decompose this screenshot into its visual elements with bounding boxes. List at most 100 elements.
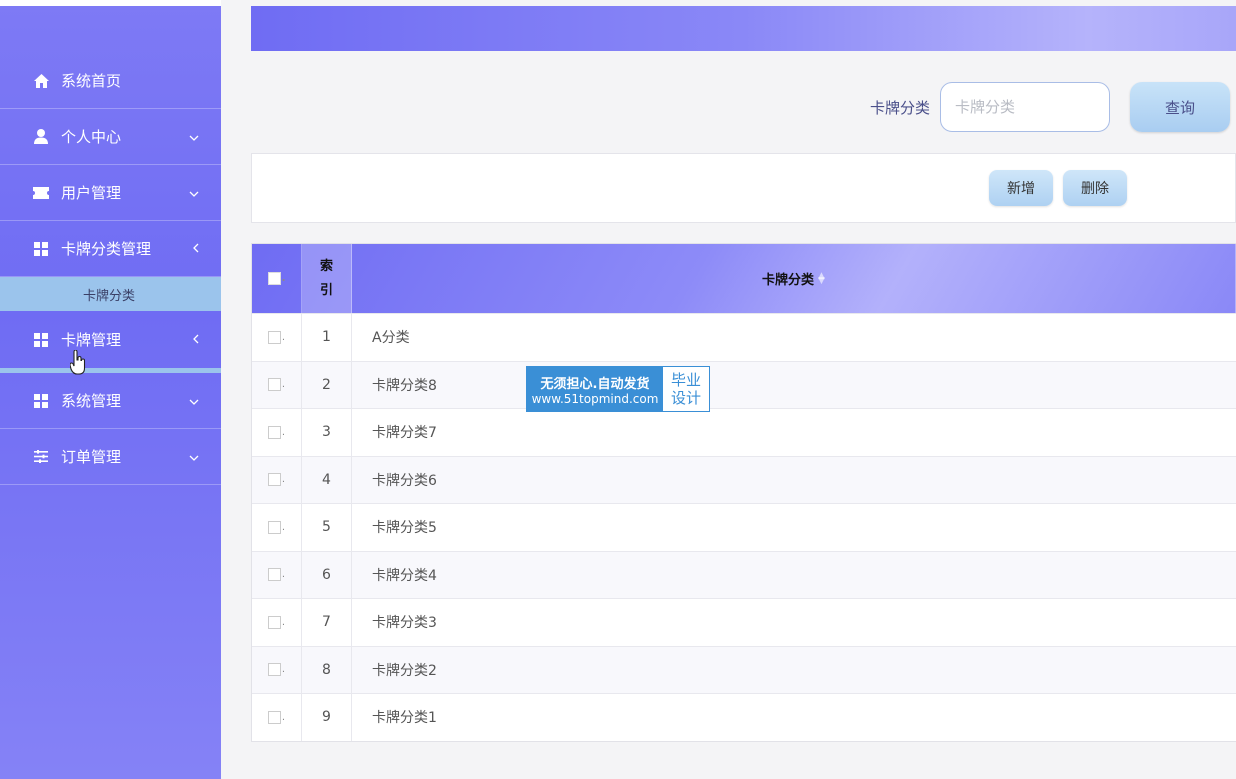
chevron-down-icon	[189, 130, 199, 144]
sidebar-item-label: 系统管理	[61, 392, 122, 410]
row-index: 7	[302, 599, 352, 646]
table-row[interactable]: . 6 卡牌分类4	[252, 550, 1236, 598]
table-row[interactable]: . 1 A分类	[252, 313, 1236, 361]
row-index: 9	[302, 694, 352, 741]
sidebar-item-label: 用户管理	[61, 184, 122, 202]
row-index: 6	[302, 551, 352, 598]
sidebar-item-label: 系统首页	[61, 72, 122, 90]
row-card-category: 卡牌分类6	[372, 472, 437, 489]
row-index: 1	[302, 314, 352, 361]
row-select-cell[interactable]: .	[252, 504, 302, 551]
chevron-down-icon	[189, 186, 199, 200]
watermark-line2: www.51topmind.com	[531, 391, 659, 406]
row-checkbox[interactable]	[267, 520, 281, 534]
row-checkbox[interactable]	[267, 473, 281, 487]
search-button[interactable]: 查询	[1130, 82, 1231, 132]
header-name-label: 卡牌分类	[762, 273, 815, 288]
row-select-cell[interactable]: .	[252, 314, 302, 361]
row-select-cell[interactable]: .	[252, 361, 302, 408]
sidebar-item-user-management[interactable]: 用户管理	[0, 165, 221, 221]
search-label: 卡牌分类	[870, 98, 931, 117]
row-select-cell[interactable]: .	[252, 456, 302, 503]
chevron-down-icon	[189, 394, 199, 408]
row-card-category: 卡牌分类5	[372, 520, 437, 537]
sidebar-item-label: 个人中心	[61, 128, 122, 146]
checkbox-dot: .	[281, 474, 286, 486]
header-select-all[interactable]: .	[252, 244, 302, 313]
sidebar-item-home[interactable]: 系统首页	[0, 53, 221, 109]
table-row[interactable]: . 4 卡牌分类6	[252, 455, 1236, 503]
add-button[interactable]: 新增	[989, 170, 1053, 206]
row-index: 3	[302, 409, 352, 456]
action-panel: 新增 删除	[251, 153, 1236, 223]
watermark-line1: 无须担心.自动发货	[540, 376, 650, 392]
search-bar: 卡牌分类 查询	[870, 82, 1231, 132]
row-checkbox[interactable]	[267, 330, 281, 344]
sliders-icon	[33, 449, 49, 465]
delete-button[interactable]: 删除	[1063, 170, 1127, 206]
sidebar-item-label: 卡牌管理	[61, 331, 122, 349]
sidebar-item-system-management[interactable]: 系统管理	[0, 373, 221, 429]
sidebar: 系统首页 个人中心 用户管理 卡牌分类管理 卡牌分类 卡牌管理 系统管理 订单管…	[0, 0, 221, 779]
grid-icon	[33, 241, 49, 257]
row-index: 8	[302, 646, 352, 693]
hand-cursor-icon	[69, 349, 86, 380]
sidebar-menu: 系统首页 个人中心 用户管理 卡牌分类管理 卡牌分类 卡牌管理 系统管理 订单管…	[0, 53, 221, 485]
grid-icon	[33, 393, 49, 409]
checkbox-dot: .	[281, 664, 286, 676]
table-row[interactable]: . 8 卡牌分类2	[252, 645, 1236, 693]
row-select-cell[interactable]: .	[252, 646, 302, 693]
sort-icon[interactable]: ▲ ▼	[818, 271, 825, 285]
chevron-left-icon	[193, 242, 199, 256]
row-card-category: 卡牌分类8	[372, 377, 437, 394]
table-row[interactable]: . 7 卡牌分类3	[252, 598, 1236, 646]
checkbox-dot: .	[281, 426, 286, 438]
sidebar-item-card-category-management[interactable]: 卡牌分类管理	[0, 221, 221, 277]
table-row[interactable]: . 2 卡牌分类8	[252, 360, 1236, 408]
sidebar-item-label: 订单管理	[61, 448, 122, 466]
table-row[interactable]: . 9 卡牌分类1	[252, 693, 1236, 741]
row-card-category: 卡牌分类7	[372, 425, 437, 442]
row-index: 4	[302, 456, 352, 503]
submenu-label: 卡牌分类	[83, 288, 136, 304]
table-row[interactable]: . 5 卡牌分类5	[252, 503, 1236, 551]
row-checkbox[interactable]	[267, 378, 281, 392]
row-card-category: A分类	[372, 330, 410, 347]
row-card-category: 卡牌分类2	[372, 662, 437, 679]
checkbox-dot: .	[281, 331, 286, 343]
data-table: . 索引 卡牌分类 ▲ ▼ . 1 A分类. 2 卡牌分类8. 3 卡牌分类7. 4 卡牌分类6.…	[251, 243, 1236, 742]
row-select-cell[interactable]: .	[252, 694, 302, 741]
row-checkbox[interactable]	[267, 710, 281, 724]
watermark-left: 无须担心.自动发货 www.51topmind.com	[527, 367, 663, 411]
watermark-banner: 无须担心.自动发货 www.51topmind.com 毕业 设计	[526, 366, 710, 412]
checkbox-dot: .	[281, 711, 286, 723]
header-card-category[interactable]: 卡牌分类 ▲ ▼	[352, 244, 1236, 313]
row-card-category: 卡牌分类1	[372, 710, 437, 727]
header-index: 索引	[302, 244, 352, 313]
row-checkbox[interactable]	[267, 425, 281, 439]
sidebar-subitem-card-category[interactable]: 卡牌分类	[0, 277, 221, 311]
row-select-cell[interactable]: .	[252, 551, 302, 598]
sidebar-item-label: 卡牌分类管理	[61, 240, 152, 258]
select-all-checkbox[interactable]	[267, 272, 281, 285]
checkbox-dot: .	[281, 521, 286, 533]
row-checkbox[interactable]	[267, 663, 281, 677]
row-checkbox[interactable]	[267, 615, 281, 629]
table-header: . 索引 卡牌分类 ▲ ▼	[252, 244, 1236, 313]
sidebar-item-order-management[interactable]: 订单管理	[0, 429, 221, 485]
checkbox-dot: .	[281, 273, 286, 284]
row-select-cell[interactable]: .	[252, 599, 302, 646]
row-select-cell[interactable]: .	[252, 409, 302, 456]
home-icon	[33, 73, 49, 89]
top-banner	[251, 6, 1236, 51]
table-row[interactable]: . 3 卡牌分类7	[252, 408, 1236, 456]
search-input[interactable]	[940, 82, 1111, 132]
row-checkbox[interactable]	[267, 568, 281, 582]
watermark-right2: 设计	[670, 389, 701, 407]
sidebar-item-personal-center[interactable]: 个人中心	[0, 109, 221, 165]
sidebar-item-card-management[interactable]: 卡牌管理	[0, 311, 221, 373]
grid-icon	[33, 332, 49, 348]
header-index-label: 索引	[319, 258, 333, 298]
checkbox-dot: .	[281, 616, 286, 628]
row-index: 2	[302, 361, 352, 408]
